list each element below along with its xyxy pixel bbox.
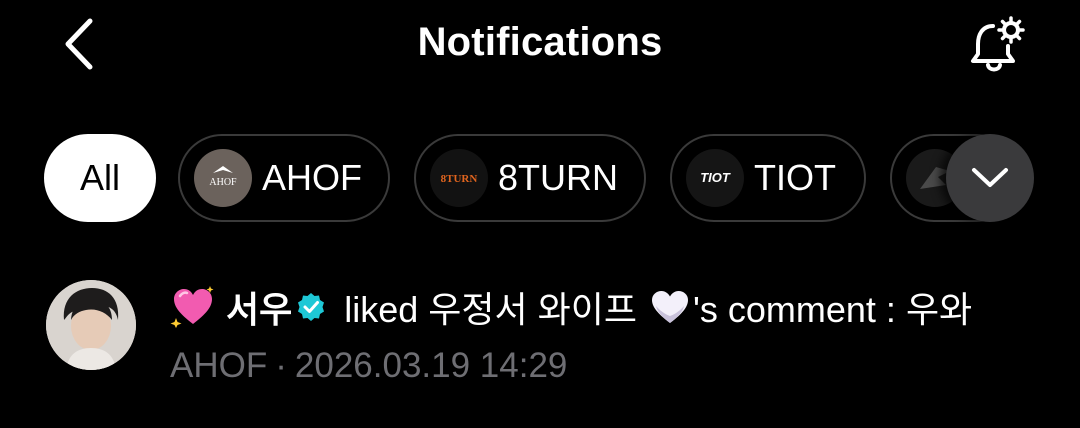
svg-text:AHOF: AHOF <box>209 177 237 188</box>
group-filter-bar: All AHOF AHOF 8TURN 8TURN TIOT TIOT <box>0 134 1080 224</box>
verified-badge-icon <box>298 293 325 321</box>
sparkling-heart-icon <box>170 286 214 328</box>
filter-chip-8turn[interactable]: 8TURN 8TURN <box>414 134 646 222</box>
expand-filters-button[interactable] <box>946 134 1034 222</box>
notification-text-suffix: 's comment : 우와 <box>693 289 973 330</box>
svg-text:8TURN: 8TURN <box>441 173 478 185</box>
bell-settings-icon <box>971 16 1025 72</box>
filter-chip-label: TIOT <box>754 157 836 198</box>
separator: · <box>275 346 287 385</box>
filter-chip-ahof[interactable]: AHOF AHOF <box>178 134 390 222</box>
svg-text:TIOT: TIOT <box>700 170 731 185</box>
notification-text: liked 우정서 와이프 <box>344 289 638 330</box>
header-bar: Notifications <box>0 0 1080 90</box>
ahof-logo: AHOF <box>194 149 252 207</box>
page-title: Notifications <box>417 20 663 64</box>
notification-meta: AHOF · 2026.03.19 14:29 <box>170 346 567 386</box>
group-name: AHOF <box>170 346 268 385</box>
8turn-logo: 8TURN <box>430 149 488 207</box>
filter-chip-tiot[interactable]: TIOT TIOT <box>670 134 866 222</box>
filter-chip-label: AHOF <box>262 157 363 198</box>
notification-settings-button[interactable] <box>962 14 1032 78</box>
timestamp: 2026.03.19 14:29 <box>294 346 568 385</box>
notification-item[interactable]: 서우 liked 우정서 와이프 's comment : 우와 AHOF · 20… <box>0 270 1080 400</box>
notification-message: 서우 liked 우정서 와이프 's comment : 우와 <box>170 284 972 330</box>
tiot-logo: TIOT <box>686 149 744 207</box>
filter-chip-label: All <box>79 157 120 198</box>
filter-chip-all[interactable]: All <box>44 134 156 222</box>
username[interactable]: 서우 <box>226 281 292 333</box>
chevron-down-icon <box>972 168 1008 187</box>
white-heart-icon <box>652 291 689 323</box>
avatar[interactable] <box>46 280 136 370</box>
filter-chip-label: 8TURN <box>498 157 619 198</box>
